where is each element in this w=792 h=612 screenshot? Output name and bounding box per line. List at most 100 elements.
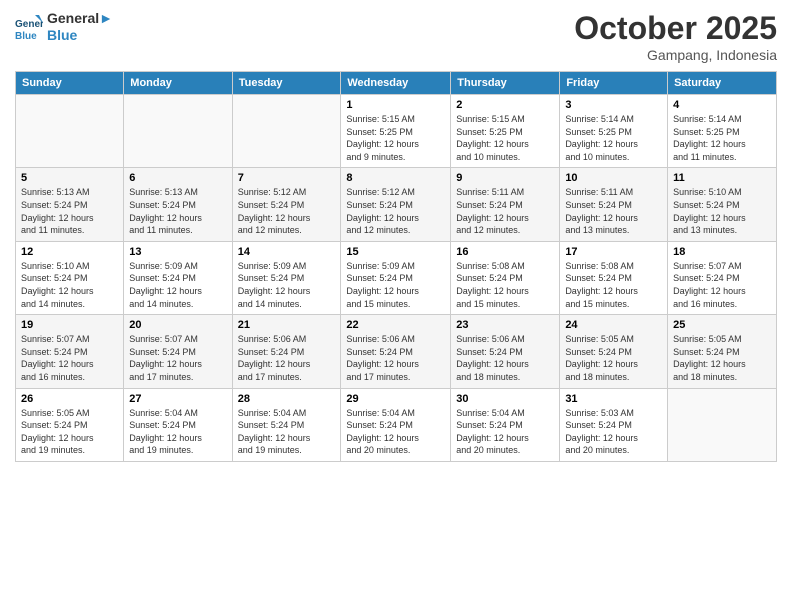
day-detail: Sunrise: 5:08 AMSunset: 5:24 PMDaylight:… <box>565 260 662 310</box>
day-number: 28 <box>238 393 336 405</box>
col-header-saturday: Saturday <box>668 72 777 95</box>
col-header-sunday: Sunday <box>16 72 124 95</box>
calendar-cell: 8 Sunrise: 5:12 AMSunset: 5:24 PMDaylight… <box>341 168 451 241</box>
calendar-cell: 26Sunrise: 5:05 AMSunset: 5:24 PMDayligh… <box>16 388 124 461</box>
svg-text:Blue: Blue <box>15 31 37 41</box>
day-number: 30 <box>456 393 554 405</box>
day-detail: Sunrise: 5:09 AMSunset: 5:24 PMDaylight:… <box>238 260 336 310</box>
calendar-cell: 4 Sunrise: 5:14 AMSunset: 5:25 PMDaylight… <box>668 95 777 168</box>
svg-text:General: General <box>15 19 43 30</box>
calendar-cell: 18 Sunrise: 5:07 AMSunset: 5:24 PMDayligh… <box>668 241 777 314</box>
calendar-cell <box>16 95 124 168</box>
day-number: 7 <box>238 172 336 184</box>
col-header-tuesday: Tuesday <box>232 72 341 95</box>
calendar-week-row: 12 Sunrise: 5:10 AMSunset: 5:24 PMDayligh… <box>16 241 777 314</box>
calendar-cell: 12 Sunrise: 5:10 AMSunset: 5:24 PMDayligh… <box>16 241 124 314</box>
day-number: 1 <box>346 99 445 111</box>
calendar-cell: 15 Sunrise: 5:09 AMSunset: 5:24 PMDayligh… <box>341 241 451 314</box>
calendar-week-row: 5 Sunrise: 5:13 AMSunset: 5:24 PMDaylight… <box>16 168 777 241</box>
calendar-cell <box>668 388 777 461</box>
day-detail: Sunrise: 5:03 AMSunset: 5:24 PMDaylight:… <box>565 407 662 457</box>
day-detail: Sunrise: 5:10 AMSunset: 5:24 PMDaylight:… <box>21 260 118 310</box>
calendar-cell: 9Sunrise: 5:11 AMSunset: 5:24 PMDaylight… <box>451 168 560 241</box>
day-detail: Sunrise: 5:04 AMSunset: 5:24 PMDaylight:… <box>238 407 336 457</box>
day-number: 19 <box>21 319 118 331</box>
calendar-cell: 31 Sunrise: 5:03 AMSunset: 5:24 PMDayligh… <box>560 388 668 461</box>
day-number: 17 <box>565 246 662 258</box>
calendar-cell: 16Sunrise: 5:08 AMSunset: 5:24 PMDayligh… <box>451 241 560 314</box>
day-number: 8 <box>346 172 445 184</box>
title-block: October 2025 Gampang, Indonesia <box>574 10 777 63</box>
day-detail: Sunrise: 5:07 AMSunset: 5:24 PMDaylight:… <box>129 333 226 383</box>
day-number: 23 <box>456 319 554 331</box>
calendar-cell <box>124 95 232 168</box>
day-detail: Sunrise: 5:09 AMSunset: 5:24 PMDaylight:… <box>346 260 445 310</box>
day-detail: Sunrise: 5:12 AMSunset: 5:24 PMDaylight:… <box>238 186 336 236</box>
day-detail: Sunrise: 5:12 AMSunset: 5:24 PMDaylight:… <box>346 186 445 236</box>
day-number: 3 <box>565 99 662 111</box>
calendar-cell: 5 Sunrise: 5:13 AMSunset: 5:24 PMDaylight… <box>16 168 124 241</box>
calendar-cell: 21Sunrise: 5:06 AMSunset: 5:24 PMDayligh… <box>232 315 341 388</box>
day-detail: Sunrise: 5:05 AMSunset: 5:24 PMDaylight:… <box>21 407 118 457</box>
day-detail: Sunrise: 5:14 AMSunset: 5:25 PMDaylight:… <box>565 113 662 163</box>
page-header: General Blue General► Blue October 2025 … <box>15 10 777 63</box>
day-detail: Sunrise: 5:09 AMSunset: 5:24 PMDaylight:… <box>129 260 226 310</box>
calendar-cell: 28 Sunrise: 5:04 AMSunset: 5:24 PMDayligh… <box>232 388 341 461</box>
calendar-cell: 7 Sunrise: 5:12 AMSunset: 5:24 PMDaylight… <box>232 168 341 241</box>
calendar-table: SundayMondayTuesdayWednesdayThursdayFrid… <box>15 71 777 462</box>
day-number: 29 <box>346 393 445 405</box>
calendar-cell: 29 Sunrise: 5:04 AMSunset: 5:24 PMDayligh… <box>341 388 451 461</box>
location: Gampang, Indonesia <box>574 47 777 63</box>
calendar-cell: 22Sunrise: 5:06 AMSunset: 5:24 PMDayligh… <box>341 315 451 388</box>
day-detail: Sunrise: 5:13 AMSunset: 5:24 PMDaylight:… <box>129 186 226 236</box>
day-number: 15 <box>346 246 445 258</box>
day-number: 12 <box>21 246 118 258</box>
day-number: 21 <box>238 319 336 331</box>
calendar-cell <box>232 95 341 168</box>
calendar-cell: 25 Sunrise: 5:05 AMSunset: 5:24 PMDayligh… <box>668 315 777 388</box>
col-header-thursday: Thursday <box>451 72 560 95</box>
day-detail: Sunrise: 5:15 AMSunset: 5:25 PMDaylight:… <box>346 113 445 163</box>
calendar-cell: 30Sunrise: 5:04 AMSunset: 5:24 PMDayligh… <box>451 388 560 461</box>
calendar-cell: 19 Sunrise: 5:07 AMSunset: 5:24 PMDayligh… <box>16 315 124 388</box>
day-number: 2 <box>456 99 554 111</box>
day-detail: Sunrise: 5:10 AMSunset: 5:24 PMDaylight:… <box>673 186 771 236</box>
calendar-week-row: 1 Sunrise: 5:15 AMSunset: 5:25 PMDaylight… <box>16 95 777 168</box>
calendar-cell: 10Sunrise: 5:11 AMSunset: 5:24 PMDayligh… <box>560 168 668 241</box>
day-number: 25 <box>673 319 771 331</box>
day-detail: Sunrise: 5:04 AMSunset: 5:24 PMDaylight:… <box>129 407 226 457</box>
day-detail: Sunrise: 5:14 AMSunset: 5:25 PMDaylight:… <box>673 113 771 163</box>
day-detail: Sunrise: 5:05 AMSunset: 5:24 PMDaylight:… <box>673 333 771 383</box>
calendar-week-row: 26Sunrise: 5:05 AMSunset: 5:24 PMDayligh… <box>16 388 777 461</box>
day-number: 11 <box>673 172 771 184</box>
calendar-cell: 11 Sunrise: 5:10 AMSunset: 5:24 PMDayligh… <box>668 168 777 241</box>
day-number: 4 <box>673 99 771 111</box>
day-detail: Sunrise: 5:13 AMSunset: 5:24 PMDaylight:… <box>21 186 118 236</box>
day-number: 16 <box>456 246 554 258</box>
logo-icon: General Blue <box>15 13 43 41</box>
day-detail: Sunrise: 5:07 AMSunset: 5:24 PMDaylight:… <box>673 260 771 310</box>
col-header-monday: Monday <box>124 72 232 95</box>
day-number: 14 <box>238 246 336 258</box>
day-detail: Sunrise: 5:07 AMSunset: 5:24 PMDaylight:… <box>21 333 118 383</box>
day-detail: Sunrise: 5:04 AMSunset: 5:24 PMDaylight:… <box>346 407 445 457</box>
day-number: 31 <box>565 393 662 405</box>
day-detail: Sunrise: 5:15 AMSunset: 5:25 PMDaylight:… <box>456 113 554 163</box>
day-number: 5 <box>21 172 118 184</box>
calendar-header-row: SundayMondayTuesdayWednesdayThursdayFrid… <box>16 72 777 95</box>
calendar-cell: 23Sunrise: 5:06 AMSunset: 5:24 PMDayligh… <box>451 315 560 388</box>
day-number: 20 <box>129 319 226 331</box>
day-number: 27 <box>129 393 226 405</box>
day-number: 18 <box>673 246 771 258</box>
day-number: 9 <box>456 172 554 184</box>
col-header-wednesday: Wednesday <box>341 72 451 95</box>
calendar-cell: 6Sunrise: 5:13 AMSunset: 5:24 PMDaylight… <box>124 168 232 241</box>
calendar-cell: 27 Sunrise: 5:04 AMSunset: 5:24 PMDayligh… <box>124 388 232 461</box>
calendar-cell: 17 Sunrise: 5:08 AMSunset: 5:24 PMDayligh… <box>560 241 668 314</box>
calendar-cell: 3 Sunrise: 5:14 AMSunset: 5:25 PMDaylight… <box>560 95 668 168</box>
logo-text-line2: Blue <box>47 27 113 44</box>
calendar-cell: 2 Sunrise: 5:15 AMSunset: 5:25 PMDaylight… <box>451 95 560 168</box>
calendar-cell: 24Sunrise: 5:05 AMSunset: 5:24 PMDayligh… <box>560 315 668 388</box>
calendar-cell: 1 Sunrise: 5:15 AMSunset: 5:25 PMDaylight… <box>341 95 451 168</box>
day-number: 10 <box>565 172 662 184</box>
